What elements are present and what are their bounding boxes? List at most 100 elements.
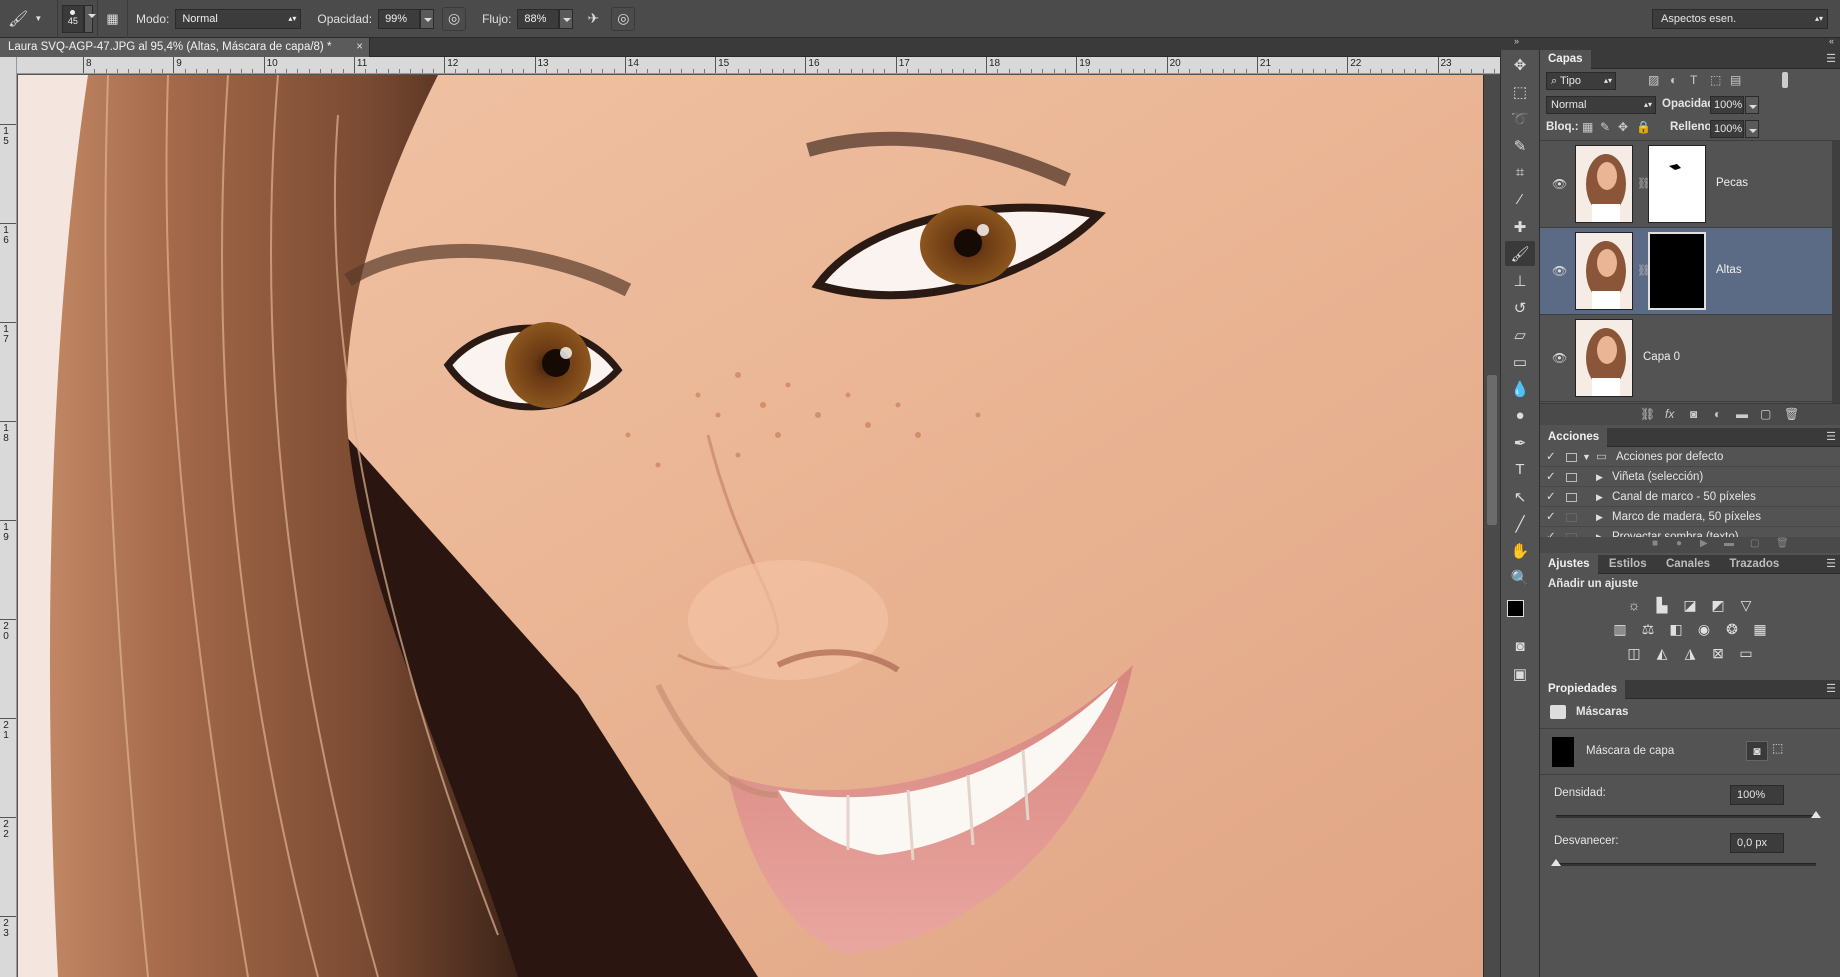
layer-filter-select[interactable]: ⌕ Tipo ▴▾ xyxy=(1546,72,1616,90)
panel-menu-icon[interactable]: ☰ xyxy=(1826,52,1836,65)
stop-icon[interactable]: ■ xyxy=(1652,538,1658,549)
tab-canales[interactable]: Canales xyxy=(1658,555,1718,574)
pen-tool-icon[interactable]: ✒ xyxy=(1505,430,1535,455)
toolbar-collapse[interactable]: » xyxy=(1500,36,1540,50)
action-set-row[interactable]: ✓ ▼ ▭ Acciones por defecto xyxy=(1540,447,1840,467)
fill-dropdown[interactable] xyxy=(1745,120,1759,138)
mode-select[interactable]: Normal ▴▾ xyxy=(175,8,302,29)
photo-filter-icon[interactable]: ◉ xyxy=(1695,620,1713,638)
brush-preset-picker[interactable]: 45 xyxy=(62,4,84,33)
filter-adjustment-icon[interactable]: ◐ xyxy=(1670,73,1677,87)
check-icon[interactable]: ✓ xyxy=(1546,527,1556,537)
gradient-map-triangle-icon[interactable]: ▽ xyxy=(1737,596,1755,614)
curves-icon[interactable]: ◪ xyxy=(1681,596,1699,614)
feather-slider[interactable] xyxy=(1551,859,1816,866)
brush-tool-icon[interactable]: 🖌 xyxy=(1505,241,1535,266)
threshold-icon[interactable]: ◮ xyxy=(1681,644,1699,662)
filter-toggle-icon[interactable] xyxy=(1782,72,1788,88)
tab-propiedades[interactable]: Propiedades xyxy=(1540,680,1626,699)
action-row[interactable]: ✓ ▶ Canal de marco - 50 píxeles xyxy=(1540,487,1840,507)
marquee-tool-icon[interactable]: ⬚ xyxy=(1505,79,1535,104)
feather-input[interactable]: 0,0 px xyxy=(1730,833,1784,853)
document-canvas[interactable] xyxy=(18,75,1483,977)
pixel-mask-icon[interactable]: ◙ xyxy=(1746,741,1768,761)
document-tab[interactable]: Laura SVQ-AGP-47.JPG al 95,4% (Altas, Má… xyxy=(0,38,370,57)
lock-position-icon[interactable]: ✥ xyxy=(1618,120,1628,134)
check-icon[interactable]: ✓ xyxy=(1546,467,1556,487)
brush-panel-icon[interactable]: ▦ xyxy=(102,7,123,31)
new-adjustment-icon[interactable]: ◐ xyxy=(1714,407,1721,421)
dialog-toggle-icon[interactable] xyxy=(1566,453,1577,462)
layer-row[interactable]: 👁 ⛓ Pecas xyxy=(1540,141,1832,228)
foreground-color-swatch[interactable] xyxy=(1507,600,1524,617)
eye-icon[interactable]: 👁 xyxy=(1552,264,1567,278)
new-action-icon[interactable]: ▢ xyxy=(1750,538,1759,549)
eye-icon[interactable]: 👁 xyxy=(1552,351,1567,365)
link-layers-icon[interactable]: ⛓ xyxy=(1640,407,1655,421)
opacity-input[interactable]: 99% xyxy=(378,8,421,29)
chevron-right-icon[interactable]: ▶ xyxy=(1596,467,1603,487)
chevron-down-icon[interactable]: ▼ xyxy=(1582,447,1591,467)
blur-tool-icon[interactable]: 💧 xyxy=(1505,376,1535,401)
check-icon[interactable]: ✓ xyxy=(1546,507,1556,527)
add-mask-icon[interactable]: ◙ xyxy=(1690,407,1697,421)
exposure-icon[interactable]: ◩ xyxy=(1709,596,1727,614)
check-icon[interactable]: ✓ xyxy=(1546,447,1556,467)
mask-swatch[interactable] xyxy=(1552,737,1574,767)
dialog-toggle-icon[interactable] xyxy=(1566,473,1577,482)
ruler-left[interactable]: 1 5 1 6 1 7 1 8 1 9 2 0 2 1 2 2 2 3 xyxy=(0,57,17,977)
dialog-toggle-icon[interactable] xyxy=(1566,493,1577,502)
scrollbar-thumb[interactable] xyxy=(1487,375,1497,525)
mask-thumbnail[interactable] xyxy=(1648,232,1706,310)
fx-icon[interactable]: fx xyxy=(1665,407,1674,421)
action-row[interactable]: ✓ ▶ Viñeta (selección) xyxy=(1540,467,1840,487)
vector-mask-icon[interactable]: ⬚ xyxy=(1772,741,1783,755)
clone-stamp-tool-icon[interactable]: ⊥ xyxy=(1505,268,1535,293)
new-set-icon[interactable]: ▬ xyxy=(1724,538,1734,549)
lock-transparent-icon[interactable]: ▦ xyxy=(1582,120,1593,134)
hue-saturation-icon[interactable]: ▥ xyxy=(1611,620,1629,638)
panels-collapse-bar[interactable]: « xyxy=(1540,36,1840,50)
crop-tool-icon[interactable]: ⌗ xyxy=(1505,160,1535,185)
tab-trazados[interactable]: Trazados xyxy=(1721,555,1787,574)
posterize-icon[interactable]: ◭ xyxy=(1653,644,1671,662)
gradient-map-icon[interactable]: ▭ xyxy=(1737,644,1755,662)
trash-icon[interactable]: 🗑 xyxy=(1784,407,1799,421)
brightness-icon[interactable]: ☼ xyxy=(1625,596,1643,614)
dialog-toggle-icon[interactable] xyxy=(1566,513,1577,522)
tab-estilos[interactable]: Estilos xyxy=(1601,555,1655,574)
airbrush-icon[interactable]: ✈ xyxy=(581,7,605,31)
panel-menu-icon[interactable]: ☰ xyxy=(1826,430,1836,443)
gradient-tool-icon[interactable]: ▭ xyxy=(1505,349,1535,374)
hand-tool-icon[interactable]: ✋ xyxy=(1505,538,1535,563)
pressure-opacity-icon[interactable]: ◎ xyxy=(442,6,467,31)
tab-acciones[interactable]: Acciones xyxy=(1540,428,1608,447)
chevron-down-icon[interactable]: ▼ xyxy=(34,14,42,23)
close-icon[interactable]: × xyxy=(356,38,363,57)
opacity-slider-dropdown[interactable] xyxy=(420,8,435,29)
channel-mixer-icon[interactable]: ❂ xyxy=(1723,620,1741,638)
history-brush-tool-icon[interactable]: ↺ xyxy=(1505,295,1535,320)
brush-preset-dropdown[interactable] xyxy=(83,4,97,33)
selective-color-icon[interactable]: ⊠ xyxy=(1709,644,1727,662)
vertical-scrollbar[interactable] xyxy=(1483,75,1500,977)
action-row[interactable]: ✓ ▶ Proyectar sombra (texto) xyxy=(1540,527,1840,537)
brush-tool-icon[interactable]: 🖌 xyxy=(8,9,28,29)
tab-ajustes[interactable]: Ajustes xyxy=(1540,555,1598,574)
new-group-icon[interactable]: ▬ xyxy=(1736,407,1748,421)
mask-thumbnail[interactable] xyxy=(1648,145,1706,223)
layer-opacity-dropdown[interactable] xyxy=(1745,96,1759,114)
flow-slider-dropdown[interactable] xyxy=(559,8,574,29)
workspace-switcher[interactable]: Aspectos esen. ▴▾ xyxy=(1652,9,1828,29)
quick-selection-tool-icon[interactable]: ✎ xyxy=(1505,133,1535,158)
density-input[interactable]: 100% xyxy=(1730,785,1784,805)
screen-mode-icon[interactable]: ▣ xyxy=(1505,661,1535,686)
type-tool-icon[interactable]: T xyxy=(1505,457,1535,482)
chevron-right-icon[interactable]: ▶ xyxy=(1596,487,1603,507)
filter-pixel-icon[interactable]: ▨ xyxy=(1648,73,1659,87)
chevron-right-icon[interactable]: ▶ xyxy=(1596,527,1603,537)
tab-capas[interactable]: Capas xyxy=(1540,50,1591,69)
panel-menu-icon[interactable]: ☰ xyxy=(1826,557,1836,570)
eraser-tool-icon[interactable]: ▱ xyxy=(1505,322,1535,347)
lock-image-icon[interactable]: ✎ xyxy=(1600,120,1610,134)
